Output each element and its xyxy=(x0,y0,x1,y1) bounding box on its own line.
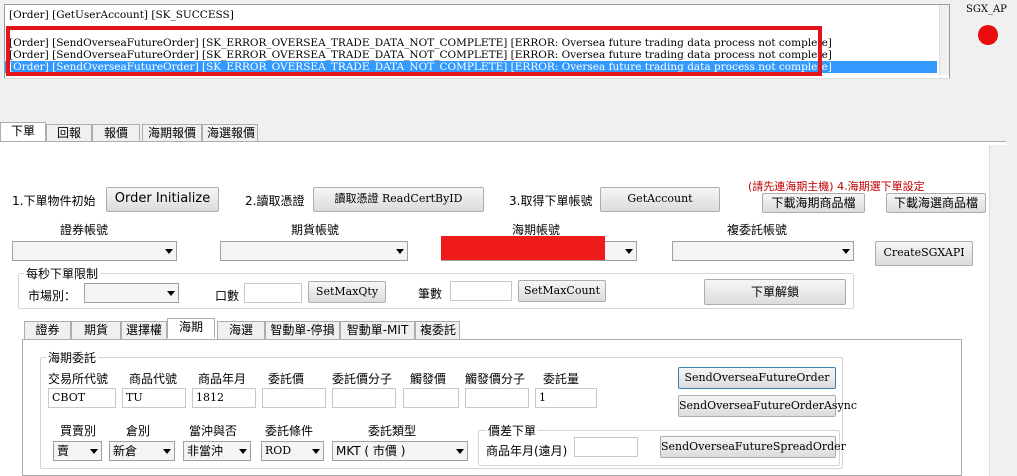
price-label: 委託價 xyxy=(268,372,305,386)
daytrade-value: 非當沖 xyxy=(187,444,224,458)
daytrade-label: 當沖與否 xyxy=(189,424,238,438)
log-vertical-scrollbar[interactable] xyxy=(939,5,949,75)
tab-oversea-option-quote[interactable]: 海選報價 xyxy=(202,124,258,142)
chevron-down-icon xyxy=(167,291,175,296)
step3-label: 3.取得下單帳號 xyxy=(509,194,593,208)
log-line: [Order] [GetUserAccount] [SK_SUCCESS] xyxy=(9,9,234,21)
redaction-block xyxy=(441,236,605,260)
chevron-down-icon xyxy=(239,449,247,454)
buysell-label: 買賣別 xyxy=(60,424,97,438)
chevron-down-icon xyxy=(456,449,464,454)
highlight-box xyxy=(6,26,822,76)
exchange-input[interactable]: CBOT xyxy=(48,388,116,408)
trigger-numerator-label: 觸發價分子 xyxy=(465,372,526,386)
order-type-label: 委託類型 xyxy=(368,424,417,438)
tab-quote[interactable]: 報價 xyxy=(92,124,140,142)
unlock-order-button[interactable]: 下單解鎖 xyxy=(704,279,846,305)
status-light-icon xyxy=(978,25,998,45)
subtab-oversea-options[interactable]: 海選 xyxy=(217,321,265,339)
month-label: 商品年月 xyxy=(198,372,247,386)
qty-label: 口數 xyxy=(215,289,240,303)
order-type-value: MKT ( 市價 ) xyxy=(336,444,406,458)
order-type-select[interactable]: MKT ( 市價 ) xyxy=(332,441,468,461)
send-oversea-future-order-async-button[interactable]: SendOverseaFutureOrderAsync xyxy=(678,395,857,417)
market-select[interactable] xyxy=(84,283,179,303)
delegate-account-select[interactable] xyxy=(672,241,854,261)
futures-account-select[interactable] xyxy=(220,241,408,261)
market-label: 市場別： xyxy=(28,289,77,303)
oversea-order-title: 海期委託 xyxy=(46,349,99,366)
far-month-input[interactable] xyxy=(574,437,638,457)
tab-oversea-quote[interactable]: 海期報價 xyxy=(142,124,202,142)
tab-report[interactable]: 回報 xyxy=(46,124,92,142)
position-value: 新倉 xyxy=(113,444,138,458)
far-month-label: 商品年月(遠月) xyxy=(486,444,568,458)
set-max-qty-button[interactable]: SetMaxQty xyxy=(308,281,386,303)
download-options-products-button[interactable]: 下載海選商品檔 xyxy=(886,193,986,213)
trigger-label: 觸發價 xyxy=(410,372,447,386)
get-account-button[interactable]: GetAccount xyxy=(600,187,720,212)
buysell-value: 賣 xyxy=(57,444,70,458)
chevron-down-icon xyxy=(165,249,173,254)
subtab-oversea-futures[interactable]: 海期 xyxy=(167,318,215,338)
chevron-down-icon xyxy=(842,249,850,254)
subtab-options[interactable]: 選擇權 xyxy=(121,321,167,339)
trigger-input[interactable] xyxy=(403,388,459,408)
subtab-smart-mit[interactable]: 智動單-MIT xyxy=(340,321,415,339)
order-qty-input[interactable]: 1 xyxy=(535,388,597,408)
spread-order-title: 價差下單 xyxy=(486,422,539,439)
securities-account-select[interactable] xyxy=(12,241,177,261)
step1-label: 1.下單物件初始 xyxy=(12,194,96,208)
chevron-down-icon xyxy=(312,449,320,454)
buysell-select[interactable]: 賣 xyxy=(53,441,102,461)
securities-account-label: 證券帳號 xyxy=(60,223,109,237)
daytrade-select[interactable]: 非當沖 xyxy=(183,441,251,461)
order-initialize-button[interactable]: Order Initialize xyxy=(106,187,219,212)
product-input[interactable]: TU xyxy=(122,388,186,408)
max-qty-input[interactable] xyxy=(244,283,302,303)
panel-vertical-scrollbar[interactable] xyxy=(989,145,1006,476)
step2-label: 2.讀取憑證 xyxy=(245,194,305,208)
subtab-securities[interactable]: 證券 xyxy=(24,321,71,339)
chevron-down-icon xyxy=(163,449,171,454)
subtab-delegate[interactable]: 複委託 xyxy=(415,321,460,339)
price-input[interactable] xyxy=(262,388,326,408)
read-cert-button[interactable]: 讀取憑證 ReadCertByID xyxy=(313,187,484,212)
condition-select[interactable]: ROD xyxy=(261,441,324,461)
send-oversea-future-spread-order-button[interactable]: SendOverseaFutureSpreadOrder xyxy=(660,436,846,458)
trigger-numerator-input[interactable] xyxy=(465,388,529,408)
oversea-setup-note: (請先連海期主機) 4.海期選下單設定 xyxy=(748,180,925,193)
qty-order-label: 委託量 xyxy=(543,372,580,386)
subtab-smart-stop[interactable]: 智動單-停損 xyxy=(265,321,340,339)
exchange-label: 交易所代號 xyxy=(48,372,109,386)
order-limit-title: 每秒下單限制 xyxy=(24,265,101,282)
set-max-count-button[interactable]: SetMaxCount xyxy=(518,280,606,302)
product-label: 商品代號 xyxy=(129,372,178,386)
condition-label: 委託條件 xyxy=(265,424,314,438)
delegate-account-label: 複委託帳號 xyxy=(727,223,788,237)
chevron-down-icon xyxy=(90,449,98,454)
position-label: 倉別 xyxy=(126,424,151,438)
position-select[interactable]: 新倉 xyxy=(109,441,175,461)
tab-order[interactable]: 下單 xyxy=(0,122,46,142)
month-input[interactable]: 1812 xyxy=(192,388,256,408)
chevron-down-icon xyxy=(396,249,404,254)
subtab-futures[interactable]: 期貨 xyxy=(71,321,121,339)
count-label: 筆數 xyxy=(418,287,443,301)
chevron-down-icon xyxy=(625,249,633,254)
price-numerator-label: 委託價分子 xyxy=(332,372,393,386)
max-count-input[interactable] xyxy=(450,281,512,301)
sgx-api-label: SGX_AP xyxy=(966,4,1007,15)
futures-account-label: 期貨帳號 xyxy=(291,223,340,237)
send-oversea-future-order-button[interactable]: SendOverseaFutureOrder xyxy=(678,367,836,389)
create-sgx-api-button[interactable]: CreateSGXAPI xyxy=(875,241,973,266)
download-futures-products-button[interactable]: 下載海期商品檔 xyxy=(762,193,865,213)
condition-value: ROD xyxy=(265,444,292,457)
log-horizontal-scrollbar[interactable] xyxy=(4,78,950,90)
price-numerator-input[interactable] xyxy=(332,388,396,408)
